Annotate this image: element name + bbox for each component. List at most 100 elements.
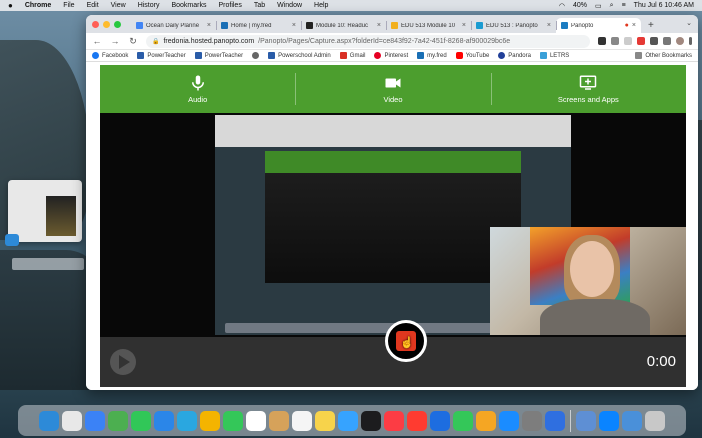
- bookmark-facebook[interactable]: Facebook: [92, 52, 128, 59]
- dock-app-icon[interactable]: [269, 410, 289, 431]
- dock-app-icon[interactable]: [246, 410, 266, 431]
- menu-window[interactable]: Window: [277, 2, 302, 9]
- menu-history[interactable]: History: [138, 2, 160, 9]
- reload-icon[interactable]: ↻: [128, 36, 138, 47]
- search-icon[interactable]: ⌕: [610, 2, 614, 10]
- minimize-window-icon[interactable]: [103, 20, 110, 28]
- dock-app-icon[interactable]: [622, 410, 642, 431]
- close-tab-icon[interactable]: ×: [547, 22, 551, 29]
- dock-app-icon[interactable]: [599, 410, 619, 431]
- close-tab-icon[interactable]: ×: [207, 22, 211, 29]
- bookmark-label: Powerschool Admin: [278, 52, 331, 59]
- dock-app-icon[interactable]: [522, 410, 542, 431]
- dock-app-icon[interactable]: [361, 410, 381, 431]
- close-tab-icon[interactable]: ×: [462, 22, 466, 29]
- zoom-window-icon[interactable]: [114, 20, 121, 28]
- dock-app-icon[interactable]: [499, 410, 519, 431]
- tab-search-chevron-icon[interactable]: ⌄: [686, 19, 692, 27]
- apple-menu-icon[interactable]: ●: [8, 1, 13, 10]
- star-bookmark-icon[interactable]: [624, 37, 632, 45]
- dock-app-icon[interactable]: [39, 410, 59, 431]
- screens-apps-source-button[interactable]: Screens and Apps: [490, 65, 686, 113]
- battery-percent[interactable]: 40%: [573, 2, 587, 9]
- menu-profiles[interactable]: Profiles: [218, 2, 241, 9]
- bookmark-letrs[interactable]: LETRS: [539, 52, 569, 59]
- tab-panopto-active[interactable]: Panopto ● ×: [556, 18, 641, 33]
- lock-icon[interactable]: 🔒: [152, 38, 159, 45]
- close-tab-icon[interactable]: ×: [632, 22, 636, 29]
- kebab-menu-icon[interactable]: [689, 37, 692, 45]
- bookmark-powerschool-admin[interactable]: Powerschool Admin: [268, 52, 331, 59]
- sidebar-icon[interactable]: [663, 37, 671, 45]
- back-arrow-icon[interactable]: ←: [92, 36, 102, 46]
- tab-home-myfred[interactable]: Home | my.fred ×: [216, 18, 301, 33]
- tab-edu513-module[interactable]: EDU 513 Module 10 ×: [386, 18, 471, 33]
- tab-ocean-planner[interactable]: Ocean Daily Planne ×: [131, 18, 216, 33]
- bookmark-globe[interactable]: [252, 52, 260, 59]
- camera-indicator-icon[interactable]: [598, 37, 606, 45]
- bookmark-pandora[interactable]: Pandora: [498, 52, 531, 59]
- menu-view[interactable]: View: [111, 2, 126, 9]
- bookmark-youtube[interactable]: YouTube: [455, 52, 489, 59]
- new-tab-button[interactable]: +: [641, 20, 661, 33]
- control-center-icon[interactable]: ≡: [622, 2, 626, 9]
- dock-app-icon[interactable]: [430, 410, 450, 431]
- dock-app-icon[interactable]: [62, 410, 82, 431]
- menu-help[interactable]: Help: [314, 2, 328, 9]
- close-tab-icon[interactable]: ×: [292, 22, 296, 29]
- extension-record-icon[interactable]: [637, 37, 645, 45]
- menu-tab[interactable]: Tab: [254, 2, 265, 9]
- capture-preview: [100, 113, 686, 337]
- dock-app-icon[interactable]: [545, 410, 565, 431]
- dock-app-icon[interactable]: [177, 410, 197, 431]
- address-bar[interactable]: 🔒 fredonia.hosted.panopto.com/Panopto/Pa…: [146, 34, 590, 48]
- bookmark-gmail[interactable]: Gmail: [339, 52, 365, 59]
- dock-app-icon[interactable]: [223, 410, 243, 431]
- extension-puzzle-icon[interactable]: [650, 37, 658, 45]
- dock-app-icon[interactable]: [315, 410, 335, 431]
- dock-app-icon[interactable]: [292, 410, 312, 431]
- dock-app-icon[interactable]: [85, 410, 105, 431]
- hand-pointer-icon: ☝: [400, 337, 414, 349]
- dock-app-icon[interactable]: [407, 410, 427, 431]
- menu-edit[interactable]: Edit: [87, 2, 99, 9]
- other-bookmarks[interactable]: Other Bookmarks: [635, 52, 692, 59]
- recording-dot-icon: ●: [624, 22, 629, 29]
- wifi-icon[interactable]: ◠: [559, 2, 565, 10]
- bookmark-powerteacher-2[interactable]: PowerTeacher: [194, 52, 243, 59]
- bookmark-powerteacher-1[interactable]: PowerTeacher: [137, 52, 186, 59]
- desktop-window-thumbnail[interactable]: [8, 180, 82, 242]
- letrs-icon: [539, 52, 547, 59]
- panopto-capture-panel: Audio Video Screens and Apps 0:00 ☝: [100, 65, 686, 387]
- desktop-window-strip[interactable]: [12, 258, 84, 270]
- tab-edu513-panopto[interactable]: EDU 513 : Panopto ×: [471, 18, 556, 33]
- menu-app-name[interactable]: Chrome: [25, 2, 51, 9]
- menu-bookmarks[interactable]: Bookmarks: [171, 2, 206, 9]
- audio-source-button[interactable]: Audio: [100, 65, 295, 113]
- profile-avatar[interactable]: [676, 37, 684, 45]
- menu-bar: ● Chrome File Edit View History Bookmark…: [0, 0, 702, 11]
- close-tab-icon[interactable]: ×: [377, 22, 381, 29]
- bookmark-myfred[interactable]: my.fred: [417, 52, 447, 59]
- dock-app-icon[interactable]: [200, 410, 220, 431]
- dock-app-icon[interactable]: [338, 410, 358, 431]
- tab-module-10[interactable]: Module 10: Readuc ×: [301, 18, 386, 33]
- forward-arrow-icon[interactable]: →: [110, 36, 120, 46]
- youtube-icon: [455, 52, 463, 59]
- dock-app-icon[interactable]: [108, 410, 128, 431]
- menu-file[interactable]: File: [63, 2, 74, 9]
- dock-app-icon[interactable]: [453, 410, 473, 431]
- bookmark-pinterest[interactable]: Pinterest: [374, 52, 408, 59]
- battery-icon[interactable]: ▭: [595, 2, 602, 10]
- finder-badge-icon[interactable]: [5, 234, 19, 246]
- close-window-icon[interactable]: [92, 20, 99, 28]
- dock-app-icon[interactable]: [131, 410, 151, 431]
- dock-app-icon[interactable]: [576, 410, 596, 431]
- dock-app-icon[interactable]: [645, 410, 665, 431]
- share-icon[interactable]: [611, 37, 619, 45]
- dock-app-icon[interactable]: [154, 410, 174, 431]
- video-source-button[interactable]: Video: [295, 65, 490, 113]
- menu-clock[interactable]: Thu Jul 6 10:46 AM: [634, 2, 694, 9]
- dock-app-icon[interactable]: [476, 410, 496, 431]
- dock-app-icon[interactable]: [384, 410, 404, 431]
